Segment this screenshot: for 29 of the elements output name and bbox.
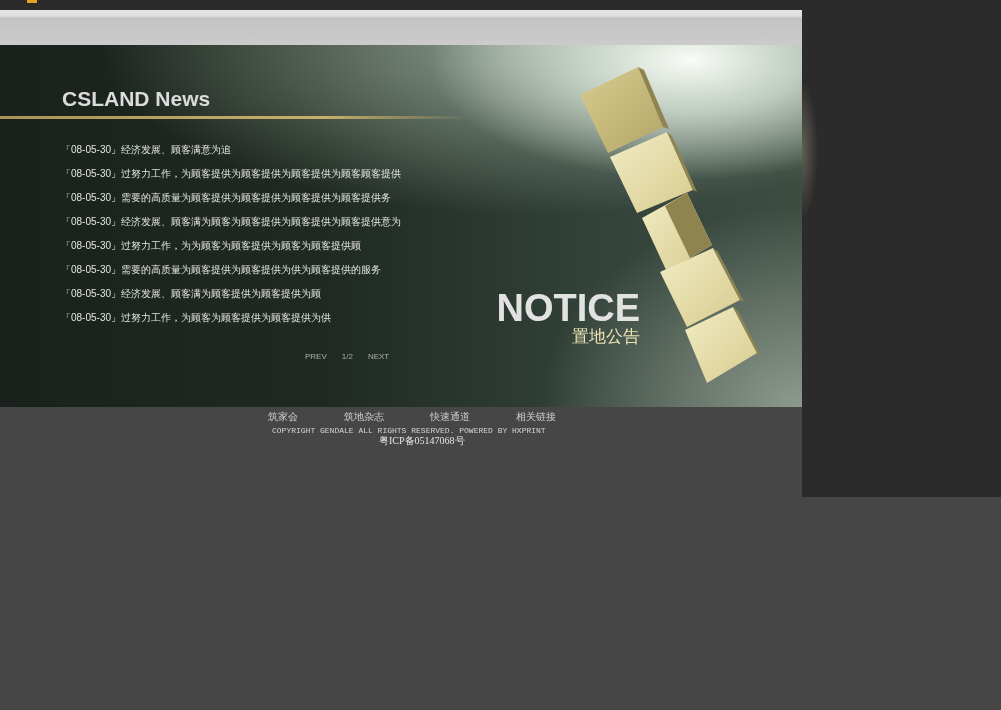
- footer-link[interactable]: 快速通道: [430, 410, 470, 424]
- copyright-text: COPYRIGHT GENDALE ALL RIGHTS RESERVED. POWERED BY HXPRINT: [272, 426, 546, 435]
- news-link[interactable]: 经济发展、顾客满意为追: [121, 144, 232, 156]
- news-heading: CSLAND News: [62, 87, 211, 111]
- news-date: 「08-05-30」: [61, 312, 122, 324]
- icp-number: 粤ICP备05147068号: [379, 435, 465, 447]
- news-date: 「08-05-30」: [61, 240, 122, 252]
- notice-heading: NOTICE: [496, 289, 640, 327]
- footer-link[interactable]: 相关链接: [516, 410, 556, 424]
- news-date: 「08-05-30」: [61, 192, 122, 204]
- news-date: 「08-05-30」: [61, 288, 122, 300]
- news-date: 「08-05-30」: [61, 144, 122, 156]
- footer-link[interactable]: 筑家会: [268, 410, 298, 424]
- news-link[interactable]: 过努力工作，为顾客提供为顾客提供为顾客提供为顾客顾客提供: [121, 168, 402, 180]
- news-link[interactable]: 过努力工作，为为顾客为顾客提供为顾客为顾客提供顾: [121, 240, 362, 252]
- news-link[interactable]: 经济发展、顾客满为顾客提供为顾客提供为顾: [121, 288, 322, 300]
- prev-link[interactable]: PREV: [305, 352, 327, 362]
- news-link[interactable]: 过努力工作，为顾客为顾客提供为顾客提供为供: [121, 312, 332, 324]
- footer-link[interactable]: 筑地杂志: [344, 410, 384, 424]
- page-indicator: 1/2: [341, 352, 353, 362]
- news-date: 「08-05-30」: [61, 168, 122, 180]
- notice-subheading: 置地公告: [572, 327, 640, 347]
- logo-icon: [27, 0, 37, 3]
- news-link[interactable]: 需要的高质量为顾客提供为顾客提供为顾客提供为顾客提供务: [121, 192, 392, 204]
- news-link[interactable]: 需要的高质量为顾客提供为顾客提供为供为顾客提供的服务: [121, 264, 382, 276]
- news-date: 「08-05-30」: [61, 216, 122, 228]
- news-link[interactable]: 经济发展、顾客满为顾客为顾客提供为顾客提供为顾客提供意为: [121, 216, 402, 228]
- next-link[interactable]: NEXT: [367, 352, 390, 362]
- news-date: 「08-05-30」: [61, 264, 122, 276]
